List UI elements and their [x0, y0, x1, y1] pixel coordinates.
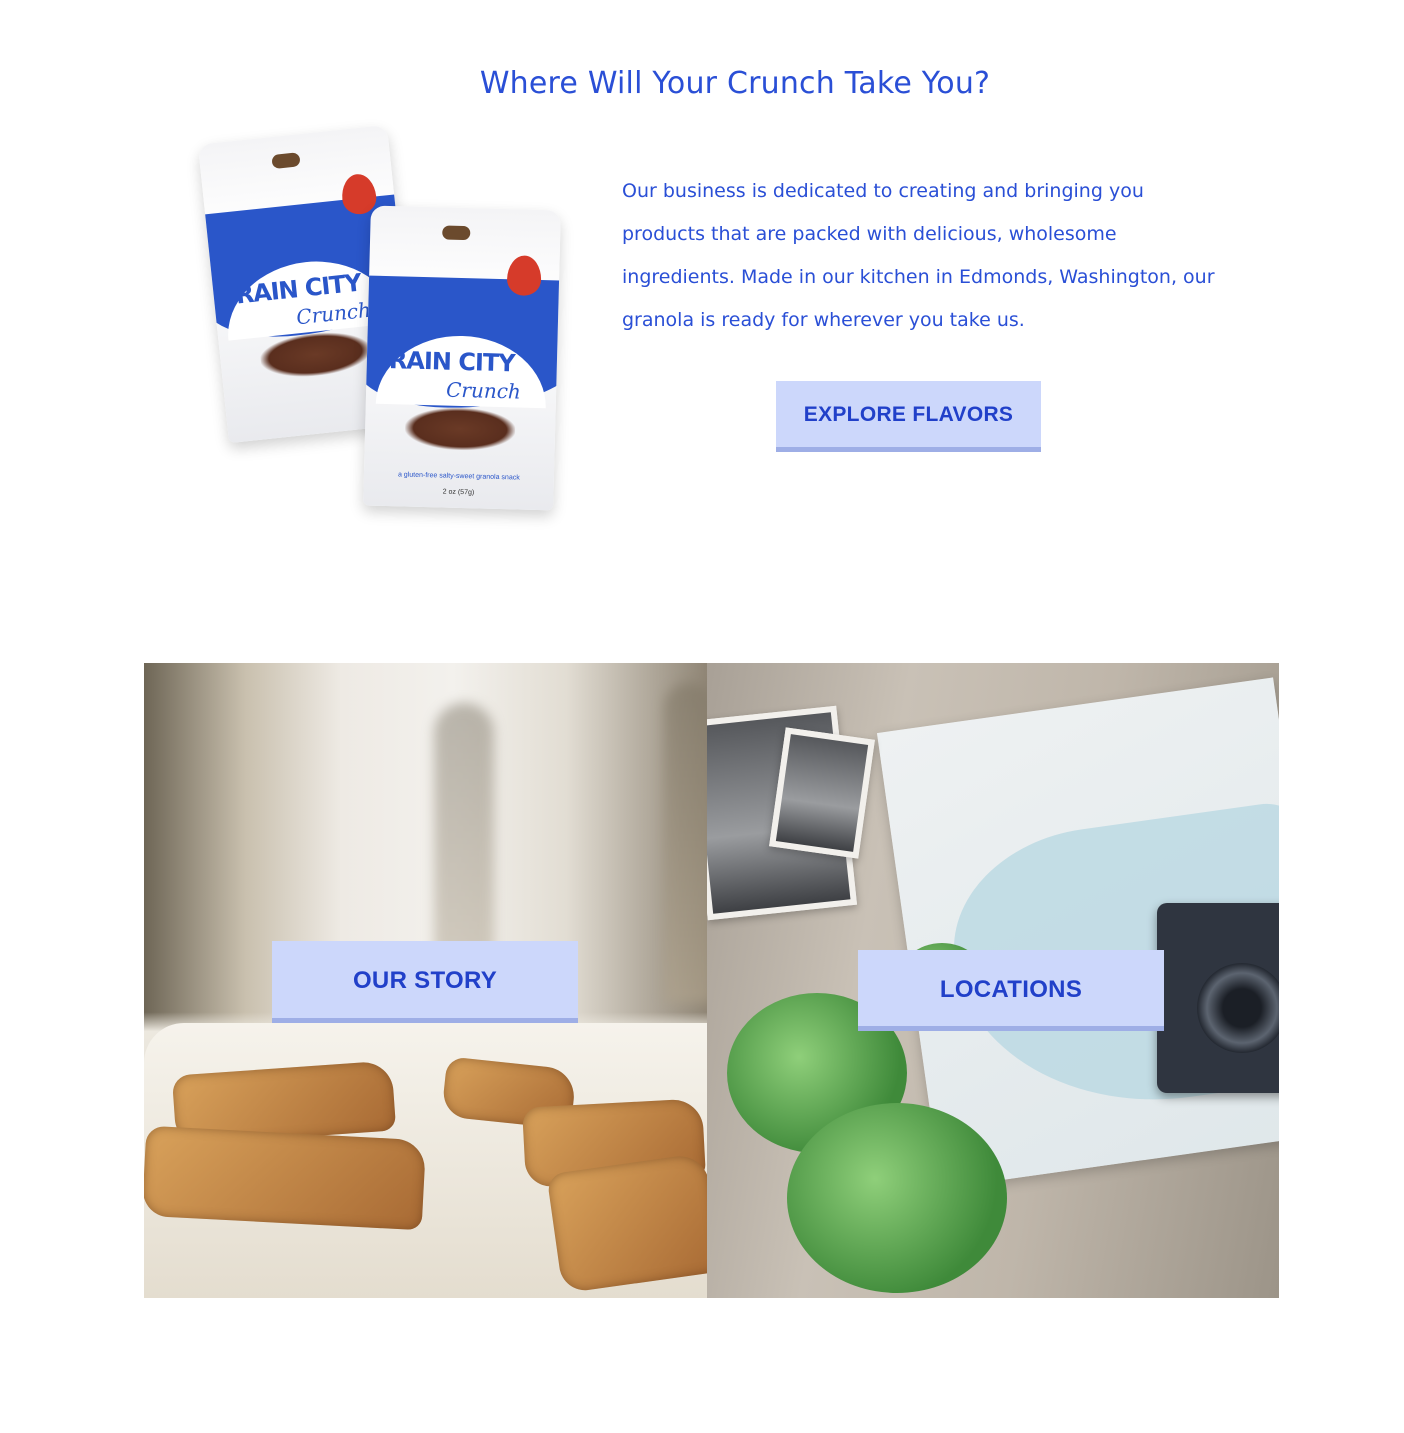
page-headline: Where Will Your Crunch Take You? — [479, 66, 991, 101]
intro-paragraph: Our business is dedicated to creating an… — [622, 180, 1215, 331]
bag-weight: 2 oz (57g) — [442, 488, 475, 497]
bag-brand-name: RAIN CITY — [388, 346, 515, 378]
our-story-tile[interactable]: OUR STORY — [144, 663, 707, 1298]
feature-tiles: OUR STORY LOCATIONS — [144, 663, 1279, 1298]
our-story-button[interactable]: OUR STORY — [272, 941, 578, 1023]
product-bags-image: RAIN CITY Crunch RAIN CITY Crunch a glut… — [197, 124, 570, 518]
bag-brand-subname: Crunch — [445, 377, 522, 404]
bag-tagline: a gluten-free salty-sweet granola snack — [397, 471, 520, 482]
explore-flavors-button[interactable]: EXPLORE FLAVORS — [776, 381, 1041, 452]
locations-tile[interactable]: LOCATIONS — [707, 663, 1279, 1298]
locations-button[interactable]: LOCATIONS — [858, 950, 1164, 1031]
product-bag-front: RAIN CITY Crunch a gluten-free salty-swe… — [363, 205, 561, 511]
